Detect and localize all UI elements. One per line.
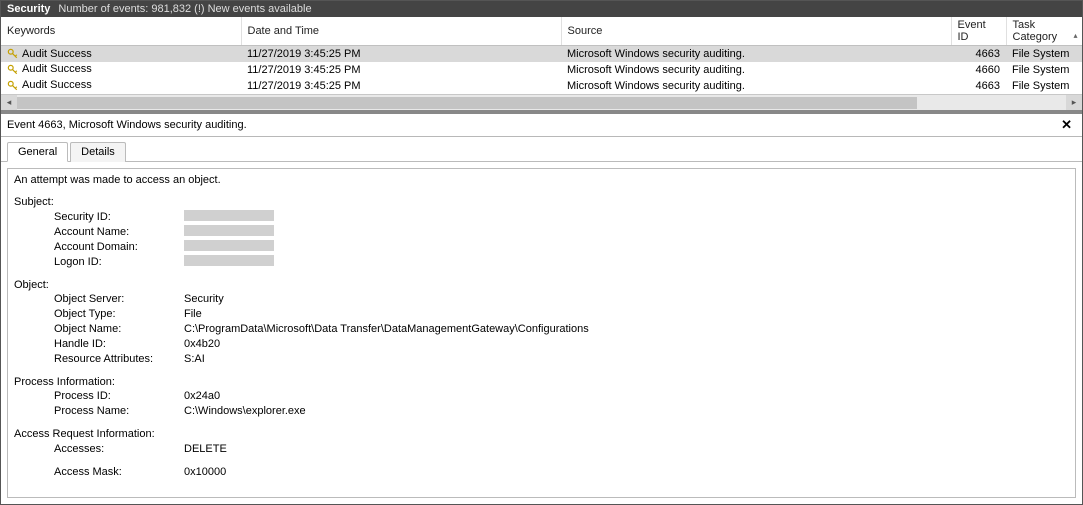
col-source[interactable]: Source bbox=[561, 17, 951, 46]
access-mask: Access Mask:0x10000 bbox=[54, 465, 1069, 480]
cell-keywords: Audit Success bbox=[22, 48, 92, 60]
col-taskcategory[interactable]: Task Category▴ bbox=[1006, 17, 1082, 46]
event-list-pane: Keywords Date and Time Source Event ID T… bbox=[1, 17, 1082, 112]
cell-source: Microsoft Windows security auditing. bbox=[561, 46, 951, 62]
detail-summary: An attempt was made to access an object. bbox=[14, 173, 1069, 188]
cell-eventid: 4660 bbox=[951, 62, 1006, 78]
cell-source: Microsoft Windows security auditing. bbox=[561, 62, 951, 78]
object-section-title: Object: bbox=[14, 278, 1069, 293]
process-id: Process ID:0x24a0 bbox=[54, 389, 1069, 404]
object-resource-attributes: Resource Attributes:S:AI bbox=[54, 352, 1069, 367]
cell-keywords: Audit Success bbox=[22, 63, 92, 75]
access-section-title: Access Request Information: bbox=[14, 427, 1069, 442]
horizontal-scrollbar[interactable]: ◂ ▸ bbox=[1, 94, 1082, 110]
redacted-value bbox=[184, 255, 274, 266]
subject-security-id: Security ID: bbox=[54, 210, 1069, 225]
subject-logon-id: Logon ID: bbox=[54, 255, 1069, 270]
titlebar: Security Number of events: 981,832 (!) N… bbox=[1, 1, 1082, 17]
redacted-value bbox=[184, 225, 274, 236]
table-row[interactable]: Audit Success 11/27/2019 3:45:25 PMMicros… bbox=[1, 62, 1082, 78]
detail-tabs: General Details bbox=[1, 137, 1082, 162]
object-server: Object Server:Security bbox=[54, 292, 1069, 307]
detail-body[interactable]: An attempt was made to access an object.… bbox=[7, 168, 1076, 499]
cell-taskcategory: File System bbox=[1006, 78, 1082, 94]
audit-success-key-icon bbox=[7, 80, 19, 92]
scroll-thumb[interactable] bbox=[17, 97, 917, 109]
cell-eventid: 4663 bbox=[951, 46, 1006, 62]
cell-eventid: 4663 bbox=[951, 78, 1006, 94]
close-detail-button[interactable]: ✕ bbox=[1057, 117, 1076, 133]
event-viewer-window: Security Number of events: 981,832 (!) N… bbox=[0, 0, 1083, 505]
table-row[interactable]: Audit Success 11/27/2019 3:45:25 PMMicros… bbox=[1, 46, 1082, 62]
detail-title: Event 4663, Microsoft Windows security a… bbox=[7, 119, 1057, 131]
audit-success-key-icon bbox=[7, 48, 19, 60]
object-name: Object Name:C:\ProgramData\Microsoft\Dat… bbox=[54, 322, 1069, 337]
cell-taskcategory: File System bbox=[1006, 62, 1082, 78]
col-keywords[interactable]: Keywords bbox=[1, 17, 241, 46]
redacted-value bbox=[184, 210, 274, 221]
tab-details[interactable]: Details bbox=[70, 142, 126, 162]
subject-account-domain: Account Domain: bbox=[54, 240, 1069, 255]
subject-section-title: Subject: bbox=[14, 195, 1069, 210]
cell-datetime: 11/27/2019 3:45:25 PM bbox=[241, 62, 561, 78]
column-header-row[interactable]: Keywords Date and Time Source Event ID T… bbox=[1, 17, 1082, 46]
scroll-left-arrow-icon[interactable]: ◂ bbox=[1, 95, 17, 111]
cell-keywords: Audit Success bbox=[22, 79, 92, 91]
scroll-right-arrow-icon[interactable]: ▸ bbox=[1066, 95, 1082, 111]
event-table[interactable]: Keywords Date and Time Source Event ID T… bbox=[1, 17, 1082, 94]
tab-general[interactable]: General bbox=[7, 142, 68, 162]
cell-datetime: 11/27/2019 3:45:25 PM bbox=[241, 46, 561, 62]
detail-header: Event 4663, Microsoft Windows security a… bbox=[1, 112, 1082, 137]
cell-source: Microsoft Windows security auditing. bbox=[561, 78, 951, 94]
process-section-title: Process Information: bbox=[14, 375, 1069, 390]
sort-indicator-icon: ▴ bbox=[1073, 31, 1077, 40]
col-eventid[interactable]: Event ID bbox=[951, 17, 1006, 46]
object-type: Object Type:File bbox=[54, 307, 1069, 322]
redacted-value bbox=[184, 240, 274, 251]
col-datetime[interactable]: Date and Time bbox=[241, 17, 561, 46]
subject-account-name: Account Name: bbox=[54, 225, 1069, 240]
access-accesses: Accesses:DELETE bbox=[54, 442, 1069, 457]
titlebar-count: Number of events: 981,832 (!) New events… bbox=[58, 3, 311, 15]
cell-taskcategory: File System bbox=[1006, 46, 1082, 62]
process-name: Process Name:C:\Windows\explorer.exe bbox=[54, 404, 1069, 419]
audit-success-key-icon bbox=[7, 64, 19, 76]
object-handle-id: Handle ID:0x4b20 bbox=[54, 337, 1069, 352]
table-row[interactable]: Audit Success 11/27/2019 3:45:25 PMMicros… bbox=[1, 78, 1082, 94]
cell-datetime: 11/27/2019 3:45:25 PM bbox=[241, 78, 561, 94]
titlebar-section: Security bbox=[7, 3, 50, 15]
